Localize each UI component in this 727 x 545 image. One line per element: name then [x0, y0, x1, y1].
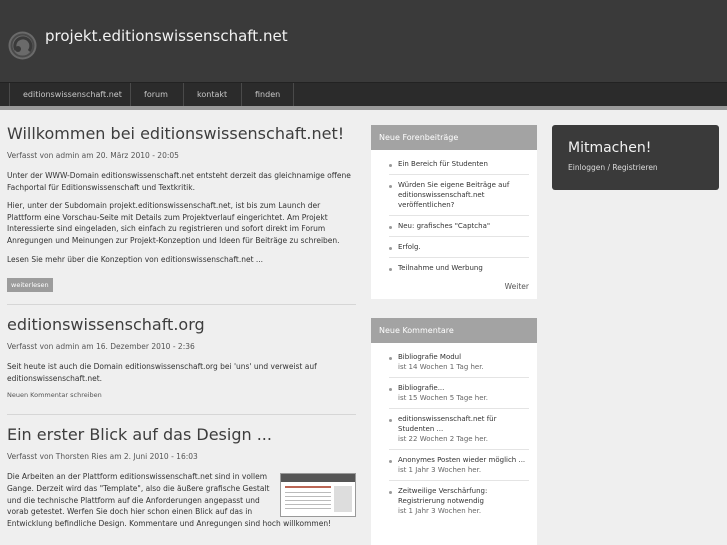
nav-item-kontakt[interactable]: kontakt: [183, 83, 240, 107]
design-preview-thumbnail[interactable]: [280, 473, 356, 518]
join-title: Mitmachen!: [568, 140, 652, 156]
comment-title[interactable]: Anonymes Posten wieder möglich ...: [398, 456, 525, 464]
post-meta: Verfasst von admin am 20. März 2010 - 20…: [7, 151, 179, 160]
readmore-button[interactable]: weiterlesen: [7, 278, 53, 293]
comment-age: ist 1 Jahr 3 Wochen her.: [398, 507, 482, 515]
post-meta: Verfasst von Thorsten Ries am 2. Juni 20…: [7, 452, 198, 462]
post-title[interactable]: Willkommen bei editionswissenschaft.net!: [7, 124, 356, 143]
main-nav: editionswissenschaft.net forum kontakt f…: [0, 82, 727, 107]
box-header: Neue Kommentare: [371, 318, 537, 343]
post-meta: Verfasst von admin am 16. Dezember 2010 …: [7, 342, 195, 352]
list-item[interactable]: Erfolg.: [389, 237, 529, 258]
list-item[interactable]: Neu: grafisches "Captcha": [389, 216, 529, 237]
comment-age: ist 14 Wochen 1 Tag her.: [398, 363, 484, 371]
post-title[interactable]: Ein erster Blick auf das Design ...: [7, 425, 356, 444]
box-header: Neue Forenbeiträge: [371, 125, 537, 150]
comment-title[interactable]: Zeitweilige Verschärfung: Registrierung …: [398, 487, 487, 505]
site-header: projekt.editionswissenschaft.net: [0, 0, 727, 82]
list-item[interactable]: Teilnahme und Werbung: [389, 258, 529, 278]
list-item: editionswissenschaft.net für Studenten .…: [389, 409, 529, 450]
post-domain: editionswissenschaft.org Verfasst von ad…: [7, 315, 356, 416]
new-comment-link[interactable]: Neuen Kommentar schreiben: [7, 391, 356, 399]
list-item: Bibliografie... ist 15 Wochen 5 Tage her…: [389, 378, 529, 409]
nav-divider: [0, 106, 727, 110]
comment-age: ist 1 Jahr 3 Wochen her.: [398, 466, 482, 474]
nav-item-finden[interactable]: finden: [241, 83, 295, 107]
post-title[interactable]: editionswissenschaft.org: [7, 315, 356, 334]
comment-age: ist 15 Wochen 5 Tage her.: [398, 394, 489, 402]
list-item[interactable]: Würden Sie eigene Beiträge auf editionsw…: [389, 175, 529, 216]
forum-posts-box: Neue Forenbeiträge Ein Bereich für Stude…: [371, 125, 537, 299]
more-link[interactable]: Weiter: [371, 278, 537, 299]
comment-title[interactable]: editionswissenschaft.net für Studenten .…: [398, 415, 496, 433]
site-title[interactable]: projekt.editionswissenschaft.net: [45, 27, 288, 45]
nav-item-editionswissenschaft[interactable]: editionswissenschaft.net: [9, 83, 135, 107]
post-paragraph: Unter der WWW-Domain editionswissenschaf…: [7, 171, 351, 192]
post-paragraph: Hier, unter der Subdomain projekt.editio…: [7, 201, 340, 245]
comment-list: Bibliografie Modul ist 14 Wochen 1 Tag h…: [371, 343, 537, 521]
login-register-link[interactable]: Einloggen / Registrieren: [568, 163, 719, 172]
join-box: Mitmachen! Einloggen / Registrieren: [552, 125, 719, 190]
post-design: Ein erster Blick auf das Design ... Verf…: [7, 425, 356, 529]
post-welcome: Willkommen bei editionswissenschaft.net!…: [7, 124, 356, 306]
comment-title[interactable]: Bibliografie Modul: [398, 353, 461, 361]
post-paragraph: Lesen Sie mehr über die Konzeption von e…: [7, 254, 264, 264]
comment-title[interactable]: Bibliografie...: [398, 384, 444, 392]
nav-item-forum[interactable]: forum: [130, 83, 181, 107]
main-content: Willkommen bei editionswissenschaft.net!…: [7, 124, 356, 539]
list-item[interactable]: Ein Bereich für Studenten: [389, 154, 529, 175]
list-item: Bibliografie Modul ist 14 Wochen 1 Tag h…: [389, 347, 529, 378]
comments-box: Neue Kommentare Bibliografie Modul ist 1…: [371, 318, 537, 545]
post-paragraph: Seit heute ist auch die Domain editionsw…: [7, 362, 317, 383]
list-item: Anonymes Posten wieder möglich ... ist 1…: [389, 450, 529, 481]
forum-post-list: Ein Bereich für Studenten Würden Sie eig…: [371, 150, 537, 278]
comment-age: ist 22 Wochen 2 Tage her.: [398, 435, 489, 443]
list-item: Zeitweilige Verschärfung: Registrierung …: [389, 481, 529, 521]
site-logo-icon[interactable]: [7, 30, 38, 61]
